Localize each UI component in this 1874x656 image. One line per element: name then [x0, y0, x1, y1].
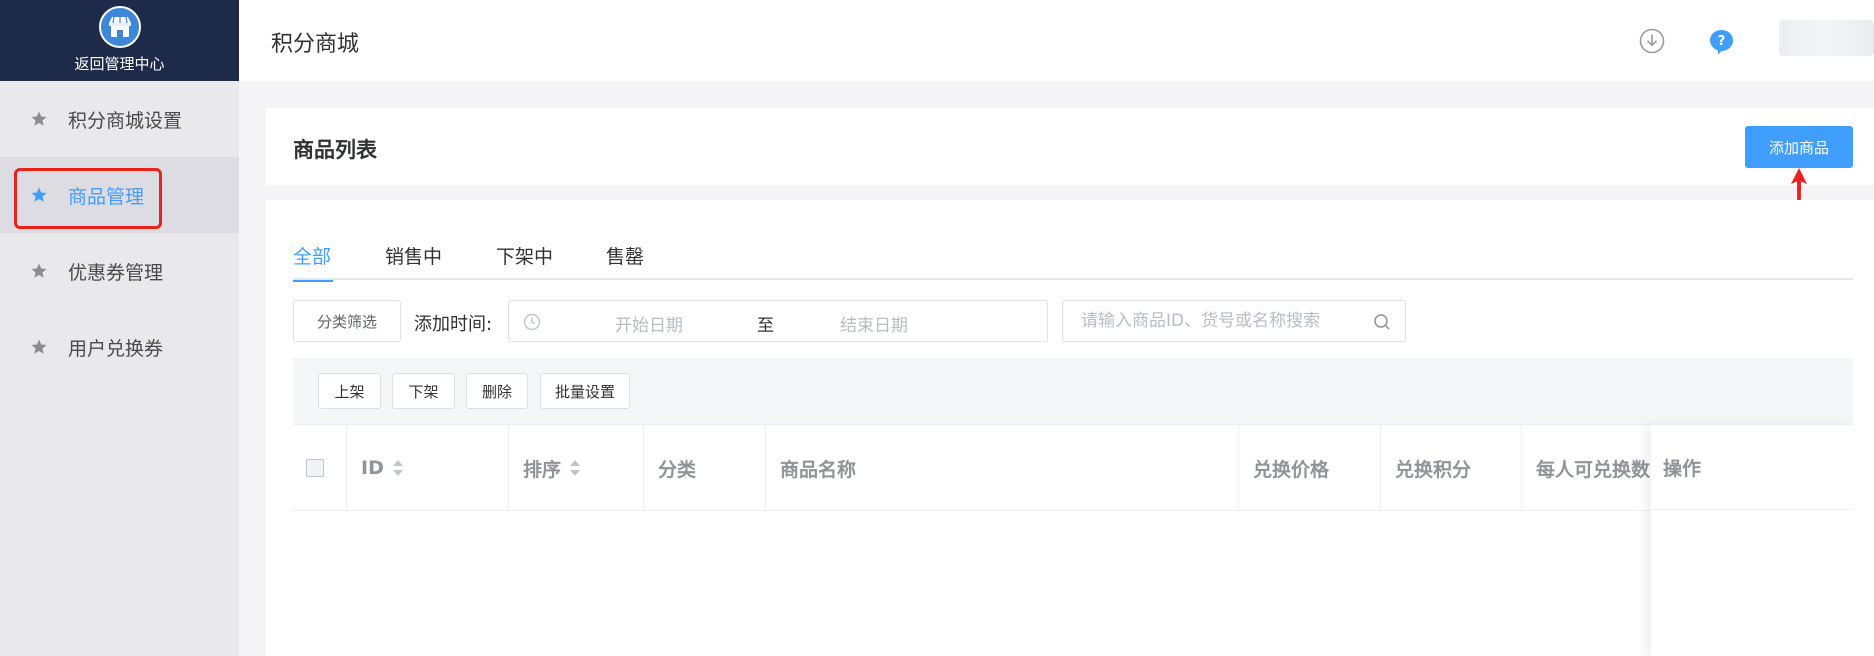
date-range-separator: 至: [757, 316, 774, 336]
tab-label: 全部: [293, 246, 332, 268]
column-label: 每人可兑换数: [1536, 458, 1651, 481]
sidebar-item-label: 商品管理: [68, 185, 145, 208]
tab-label: 下架中: [496, 246, 554, 268]
category-filter-button[interactable]: 分类筛选: [293, 300, 401, 342]
select-all-cell: [293, 425, 347, 511]
svg-text:?: ?: [1718, 34, 1726, 49]
store-logo-icon: [98, 6, 141, 48]
sidebar-item-label: 用户兑换券: [68, 337, 164, 360]
table-body-empty: [293, 511, 1853, 656]
take-off-shelf-button[interactable]: 下架: [392, 373, 455, 409]
status-tabs: 全部 销售中 下架中 售罄: [293, 242, 1853, 282]
add-time-label: 添加时间:: [414, 314, 493, 335]
tab-off-shelf[interactable]: 下架中: [496, 242, 553, 280]
table-header: ID 排序 分类 商品名称 兑换价格 兑换积分 每人可兑换数: [293, 424, 1853, 511]
column-header-category: 分类: [644, 425, 766, 511]
column-header-operations: 操作: [1651, 424, 1853, 510]
put-on-shelf-button[interactable]: 上架: [318, 373, 381, 409]
column-label: 操作: [1663, 457, 1702, 480]
tab-label: 售罄: [606, 246, 645, 268]
sort-icon[interactable]: [569, 458, 581, 478]
help-icon[interactable]: ?: [1709, 29, 1734, 57]
fixed-operations-column: 操作: [1651, 424, 1853, 656]
date-range-picker[interactable]: 开始日期 至 结束日期: [508, 300, 1048, 342]
search-icon[interactable]: [1373, 313, 1391, 331]
download-icon[interactable]: [1639, 28, 1665, 54]
column-label: 排序: [523, 458, 562, 481]
product-list-header: 商品列表 添加商品: [266, 108, 1874, 185]
back-to-admin[interactable]: 返回管理中心: [0, 0, 239, 81]
back-label: 返回管理中心: [74, 55, 165, 73]
select-all-checkbox[interactable]: [306, 459, 324, 477]
sidebar-item-user-vouchers[interactable]: 用户兑换券: [0, 309, 239, 385]
bulk-action-bar: 上架 下架 删除 批量设置: [293, 358, 1853, 424]
tab-all[interactable]: 全部: [293, 242, 333, 282]
clock-icon: [523, 313, 541, 331]
column-header-exchange-points: 兑换积分: [1381, 425, 1522, 511]
column-header-sort[interactable]: 排序: [509, 425, 644, 511]
user-avatar-area[interactable]: [1779, 20, 1874, 56]
column-header-product-name: 商品名称: [766, 425, 1239, 511]
product-list-panel: 全部 销售中 下架中 售罄 分类筛选 添加时间: 开始日期 至 结束日期 请输入…: [266, 200, 1874, 656]
sort-icon[interactable]: [392, 458, 404, 478]
star-icon: [30, 110, 48, 128]
sidebar-item-coupon-management[interactable]: 优惠券管理: [0, 233, 239, 309]
tab-label: 销售中: [385, 246, 443, 268]
batch-settings-button[interactable]: 批量设置: [540, 373, 630, 409]
tab-sold-out[interactable]: 售罄: [606, 242, 644, 280]
sidebar-item-label: 积分商城设置: [68, 109, 183, 132]
column-label: 兑换积分: [1395, 458, 1472, 481]
add-product-button[interactable]: 添加商品: [1745, 126, 1853, 168]
sidebar-item-product-management[interactable]: 商品管理: [0, 157, 239, 233]
star-icon: [30, 338, 48, 356]
search-box: [1062, 300, 1406, 342]
column-label: 商品名称: [780, 458, 857, 481]
tab-on-sale[interactable]: 销售中: [385, 242, 442, 280]
end-date-input[interactable]: 结束日期: [840, 311, 908, 336]
column-label: 分类: [658, 458, 697, 481]
start-date-input[interactable]: 开始日期: [615, 311, 683, 336]
column-label: ID: [361, 457, 384, 479]
star-icon: [30, 186, 48, 204]
top-header: 积分商城 ?: [239, 0, 1874, 81]
delete-button[interactable]: 删除: [466, 373, 528, 409]
column-label: 兑换价格: [1253, 458, 1330, 481]
sidebar-item-label: 优惠券管理: [68, 261, 164, 284]
sidebar: 返回管理中心 积分商城设置 商品管理 优惠券管理 用户兑换券: [0, 0, 239, 656]
star-icon: [30, 262, 48, 280]
column-header-exchange-price: 兑换价格: [1239, 425, 1381, 511]
tab-active-indicator: [293, 280, 333, 282]
page-title: 积分商城: [271, 32, 360, 57]
sidebar-item-mall-settings[interactable]: 积分商城设置: [0, 81, 239, 157]
product-list-title: 商品列表: [293, 138, 377, 162]
column-header-id[interactable]: ID: [347, 425, 509, 511]
search-input[interactable]: [1081, 309, 1361, 333]
